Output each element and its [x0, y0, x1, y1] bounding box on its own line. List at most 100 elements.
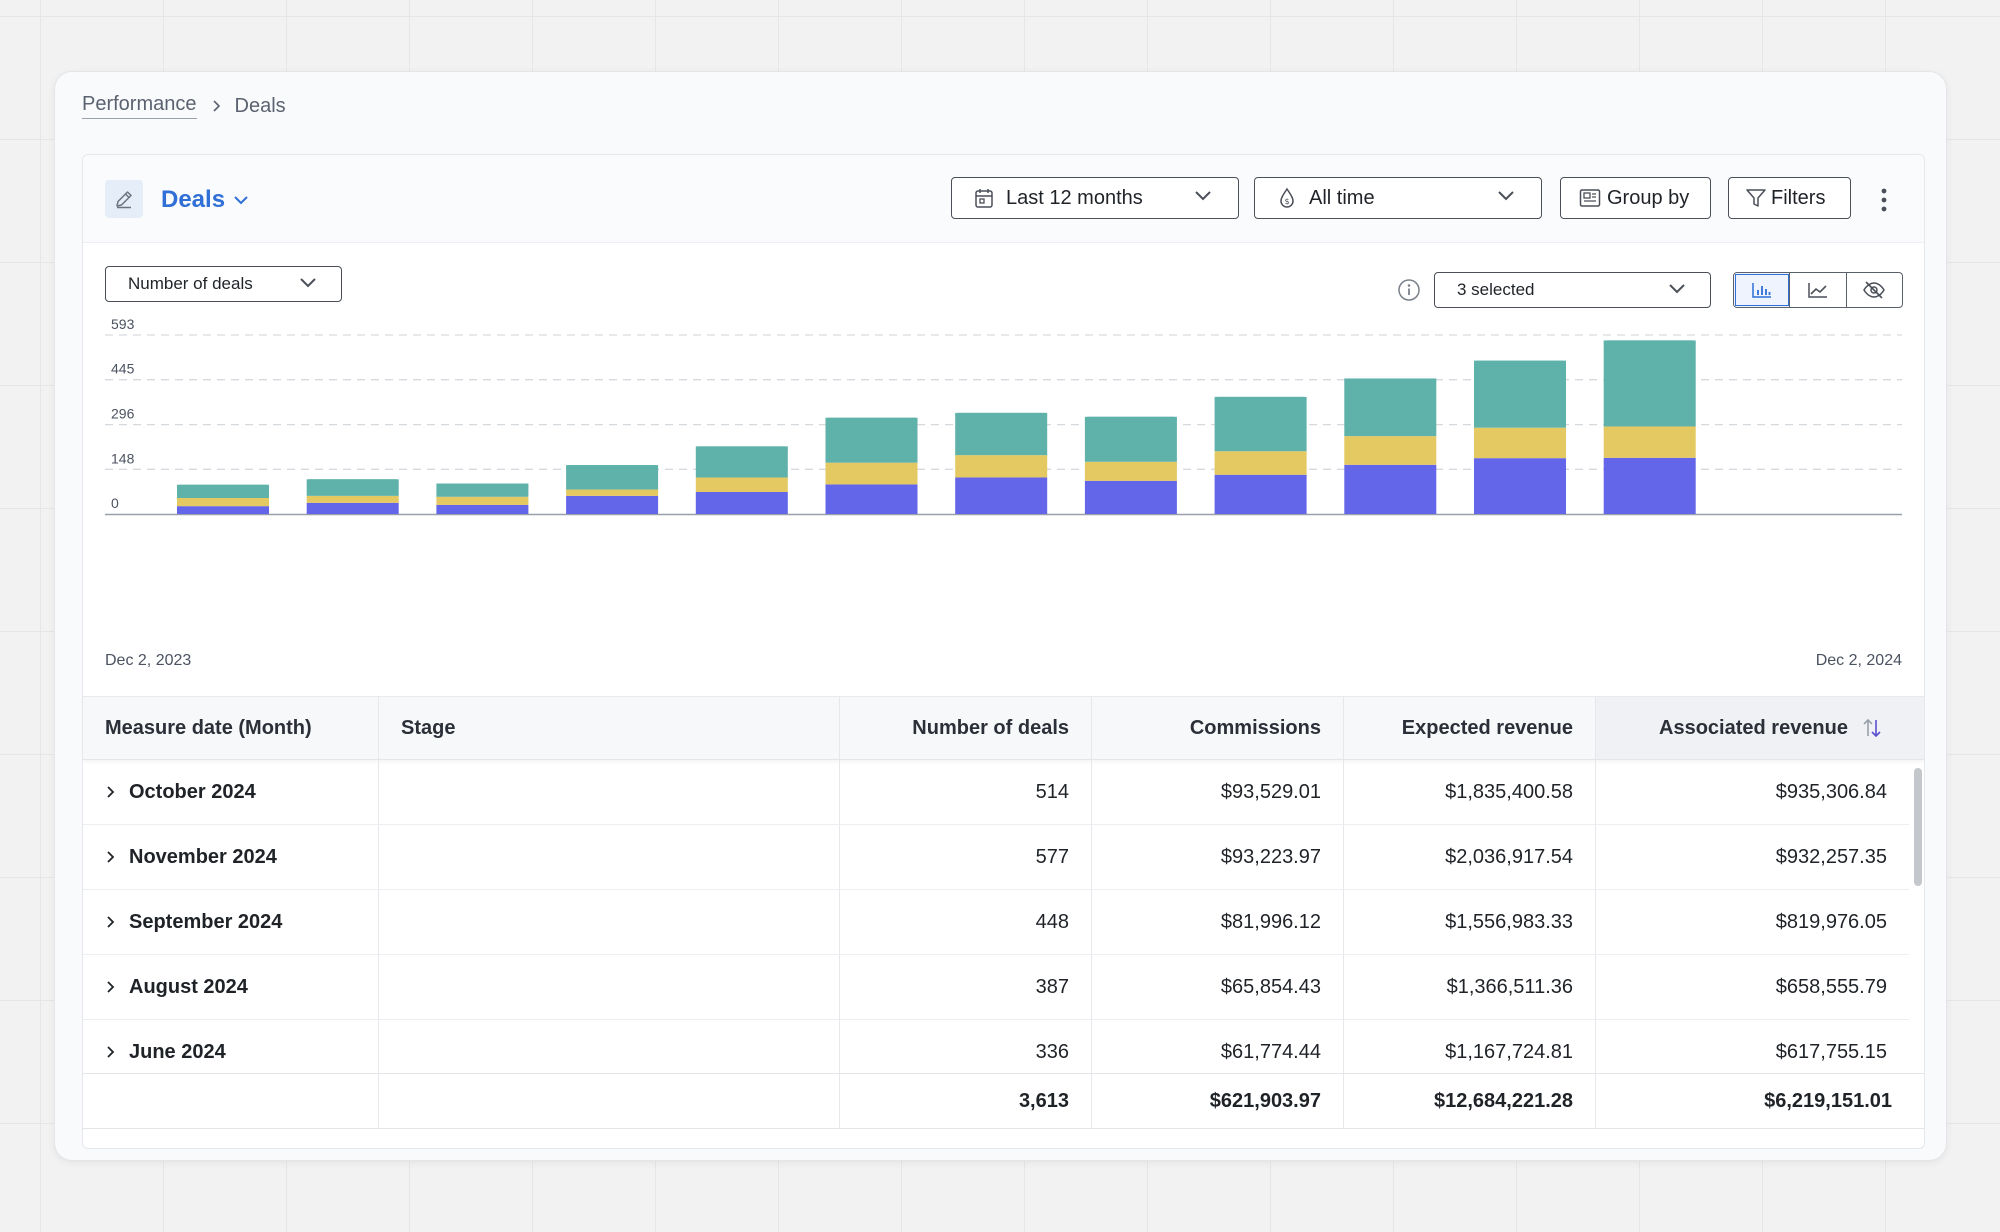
bar-segment[interactable]	[825, 417, 918, 463]
bar-segment[interactable]	[1603, 457, 1696, 514]
bar-segment[interactable]	[1474, 427, 1566, 459]
totals-stage-cell	[379, 1074, 840, 1128]
number-of-deals-cell: 577	[840, 825, 1092, 889]
bar-segment[interactable]	[436, 496, 529, 505]
bar-segment[interactable]	[1344, 436, 1437, 465]
pencil-icon	[116, 191, 132, 209]
bar-top	[566, 465, 659, 472]
bar-top	[177, 484, 269, 491]
more-options-icon[interactable]	[1876, 187, 1892, 213]
bar-segment[interactable]	[1344, 378, 1437, 437]
report-header: Deals Last 12 months $ All time Group by…	[83, 155, 1924, 243]
bar-segment[interactable]	[1214, 451, 1307, 475]
bar-segment[interactable]	[1474, 360, 1566, 428]
totals-label-cell	[83, 1074, 379, 1128]
breadcrumb: Performance Deals	[82, 91, 286, 121]
table-row[interactable]: September 2024 448 $81,996.12 $1,556,983.33…	[83, 890, 1909, 955]
table-row[interactable]: June 2024 336 $61,774.44 $1,167,724.81 $617,…	[83, 1020, 1909, 1073]
bar-segment[interactable]	[1084, 480, 1177, 514]
table-row[interactable]: August 2024 387 $65,854.43 $1,366,511.36 $65…	[83, 955, 1909, 1020]
column-header-associated-revenue[interactable]: Associated revenue	[1596, 697, 1924, 759]
report-panel: Performance Deals Deals Last 12 months $…	[54, 71, 1947, 1161]
date-range-dropdown[interactable]: Last 12 months	[951, 177, 1239, 219]
expand-row-icon[interactable]	[105, 1045, 115, 1059]
column-header-stage[interactable]: Stage	[379, 697, 840, 759]
svg-text:$: $	[1284, 197, 1289, 206]
bar-top	[1084, 416, 1177, 423]
bar-segment[interactable]	[695, 477, 788, 492]
number-of-deals-cell: 514	[840, 760, 1092, 824]
bar-segment[interactable]	[955, 477, 1048, 514]
total-number-of-deals: 3,613	[840, 1074, 1092, 1128]
column-header-commissions[interactable]: Commissions	[1092, 697, 1344, 759]
expand-row-icon[interactable]	[105, 850, 115, 864]
bar-segment[interactable]	[177, 498, 269, 507]
bar-top	[436, 483, 529, 490]
bar-segment[interactable]	[955, 412, 1048, 456]
edit-report-button[interactable]	[105, 180, 143, 218]
table-scrollbar-thumb[interactable]	[1914, 768, 1922, 886]
bar-segment[interactable]	[1603, 426, 1696, 458]
table-row[interactable]: November 2024 577 $93,223.97 $2,036,917.54 $…	[83, 825, 1909, 890]
column-header-number-of-deals[interactable]: Number of deals	[840, 697, 1092, 759]
chevron-down-icon	[1498, 191, 1514, 201]
group-by-button[interactable]: Group by	[1560, 177, 1711, 219]
bar-segment[interactable]	[825, 462, 918, 485]
column-header-measure-date[interactable]: Measure date (Month)	[83, 697, 379, 759]
deals-table: Measure date (Month) Stage Number of dea…	[83, 696, 1924, 1130]
bar-segment[interactable]	[1084, 461, 1177, 481]
line-chart-icon	[1808, 283, 1827, 298]
report-title-dropdown[interactable]: Deals	[161, 183, 249, 217]
associated-revenue-cell: $658,555.79	[1775, 975, 1887, 998]
bar-segment[interactable]	[955, 455, 1048, 478]
bar-segment[interactable]	[1344, 464, 1437, 514]
bar-segment[interactable]	[436, 504, 529, 514]
stage-cell	[379, 1020, 840, 1073]
bar-top	[955, 412, 1048, 419]
bar-top	[695, 446, 788, 453]
associated-revenue-cell: $935,306.84	[1775, 780, 1887, 803]
group-icon	[1579, 189, 1601, 207]
group-by-label: Group by	[1607, 186, 1690, 209]
bar-segment[interactable]	[177, 506, 269, 514]
stage-cell	[379, 890, 840, 954]
number-of-deals-cell: 336	[840, 1020, 1092, 1073]
bar-segment[interactable]	[1214, 396, 1307, 452]
bar-chart-view-button[interactable]	[1734, 273, 1791, 307]
breadcrumb-performance-link[interactable]: Performance	[82, 93, 197, 119]
sort-icon[interactable]	[1862, 716, 1882, 740]
stage-cell	[379, 955, 840, 1019]
chevron-down-icon	[234, 196, 248, 205]
month-label: June 2024	[129, 1040, 226, 1063]
expand-row-icon[interactable]	[105, 785, 115, 799]
y-tick-label: 296	[111, 406, 135, 422]
bar-segment[interactable]	[306, 495, 399, 503]
associated-revenue-label: Associated revenue	[1659, 716, 1848, 739]
hide-chart-button[interactable]	[1847, 273, 1902, 307]
measure-dropdown[interactable]: Number of deals	[105, 266, 342, 302]
bar-segment[interactable]	[566, 495, 659, 514]
expand-row-icon[interactable]	[105, 980, 115, 994]
bar-segment[interactable]	[825, 484, 918, 514]
info-icon[interactable]	[1397, 278, 1421, 302]
line-chart-view-button[interactable]	[1790, 273, 1847, 307]
time-scope-dropdown[interactable]: $ All time	[1254, 177, 1542, 219]
bar-segment[interactable]	[1603, 340, 1696, 427]
chevron-down-icon	[1669, 284, 1685, 294]
filters-label: Filters	[1771, 186, 1826, 209]
expand-row-icon[interactable]	[105, 915, 115, 929]
bar-segment[interactable]	[1474, 458, 1566, 514]
bar-segment[interactable]	[1214, 474, 1307, 514]
measure-label: Number of deals	[128, 274, 253, 293]
bar-segment[interactable]	[695, 491, 788, 514]
table-row[interactable]: October 2024 514 $93,529.01 $1,835,400.58 $9…	[83, 760, 1909, 825]
filters-button[interactable]: Filters	[1728, 177, 1851, 219]
bar-top	[825, 417, 918, 424]
bar-segment[interactable]	[1084, 416, 1177, 462]
bar-segment[interactable]	[306, 502, 399, 514]
series-dropdown[interactable]: 3 selected	[1434, 272, 1711, 308]
column-header-expected-revenue[interactable]: Expected revenue	[1344, 697, 1596, 759]
expected-revenue-cell: $1,556,983.33	[1344, 890, 1596, 954]
bar-segment[interactable]	[566, 489, 659, 496]
stage-cell	[379, 760, 840, 824]
